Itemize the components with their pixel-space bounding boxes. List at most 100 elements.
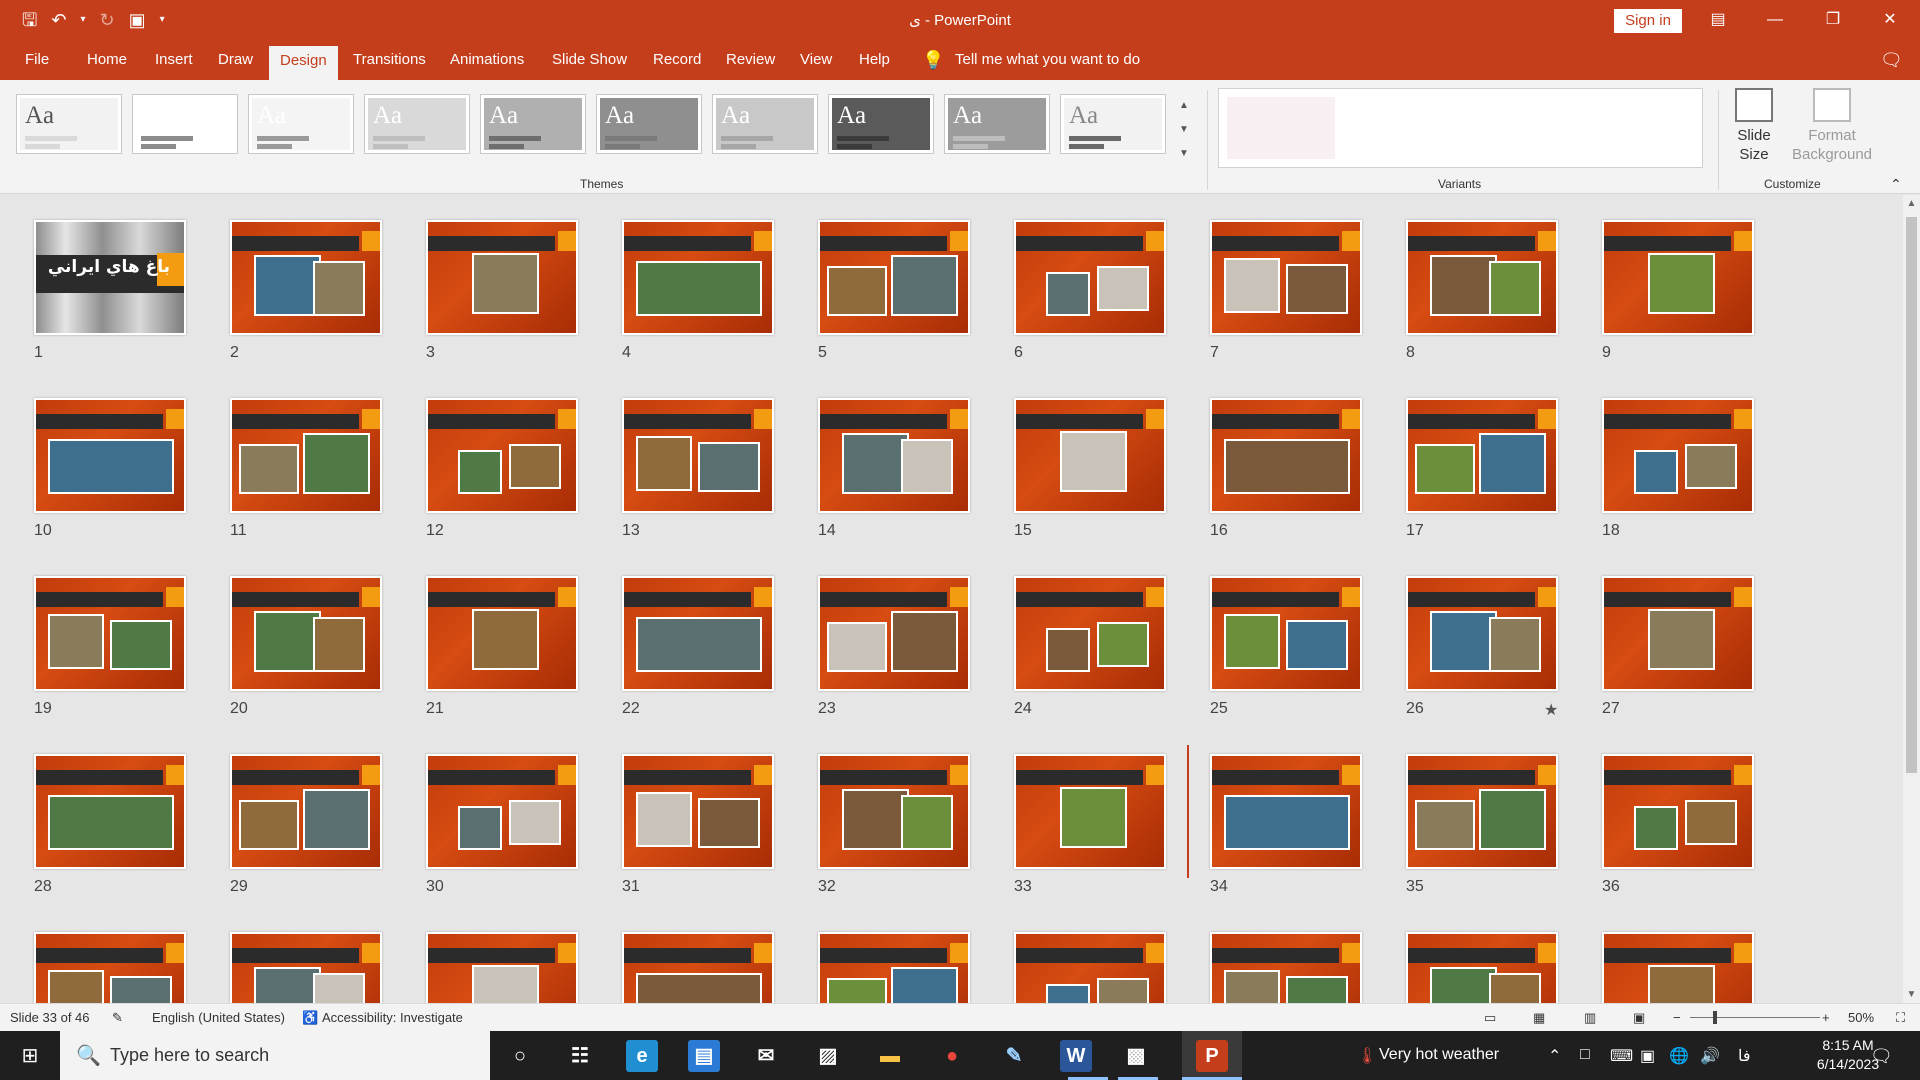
comments-icon[interactable]: 🗨 xyxy=(1880,40,1903,80)
theme-thumbnail[interactable]: Aa xyxy=(132,94,238,154)
slide-thumbnail[interactable] xyxy=(1210,754,1362,869)
slide-thumbnail[interactable] xyxy=(34,576,186,691)
slide-thumbnail[interactable] xyxy=(230,754,382,869)
scroll-down-icon[interactable]: ▼ xyxy=(1903,986,1920,1003)
tell-me-search[interactable]: Tell me what you want to do xyxy=(955,40,1140,80)
chrome-icon[interactable]: ● xyxy=(936,1040,968,1072)
slide-thumbnail[interactable] xyxy=(1602,398,1754,513)
format-background-button[interactable]: Format Background xyxy=(1788,88,1876,164)
collapse-ribbon-icon[interactable]: ⌃ xyxy=(1890,176,1902,193)
slide-thumbnail[interactable] xyxy=(1014,398,1166,513)
notifications-icon[interactable]: 🗨 xyxy=(1870,1046,1893,1067)
theme-thumbnail[interactable]: Aa xyxy=(712,94,818,154)
slide-show-view-icon[interactable]: ▣ xyxy=(1633,1010,1645,1026)
slide-thumbnail[interactable] xyxy=(622,754,774,869)
tab-view[interactable]: View xyxy=(800,40,832,80)
ribbon-display-options-icon[interactable]: ▤ xyxy=(1695,6,1741,34)
powerpoint-icon[interactable]: P xyxy=(1196,1040,1228,1072)
slide-thumbnail[interactable] xyxy=(622,398,774,513)
zoom-slider[interactable] xyxy=(1690,1017,1820,1018)
slide-thumbnail[interactable] xyxy=(1014,932,1166,1003)
slide-thumbnail[interactable] xyxy=(1602,754,1754,869)
slide-thumbnail[interactable]: باغ هاي ايراني xyxy=(34,220,186,335)
language-status[interactable]: English (United States) xyxy=(152,1010,285,1025)
slide-thumbnail[interactable] xyxy=(622,220,774,335)
slide-thumbnail[interactable] xyxy=(1406,932,1558,1003)
tab-animations[interactable]: Animations xyxy=(450,40,524,80)
slide-thumbnail[interactable] xyxy=(1406,576,1558,691)
reading-view-icon[interactable]: ▥ xyxy=(1584,1010,1596,1026)
slide-thumbnail[interactable] xyxy=(818,398,970,513)
slide-thumbnail[interactable] xyxy=(1014,754,1166,869)
meet-now-icon[interactable]: ▣ xyxy=(1640,1046,1655,1066)
variant-thumbnail[interactable] xyxy=(1227,97,1335,159)
word-icon[interactable]: W xyxy=(1060,1040,1092,1072)
fit-to-window-icon[interactable]: ⛶ xyxy=(1896,1010,1905,1026)
photos-icon[interactable]: ▨ xyxy=(812,1040,844,1072)
scroll-down-icon[interactable]: ▼ xyxy=(1175,118,1193,142)
slide-size-button[interactable]: Slide Size xyxy=(1728,88,1780,164)
sign-in-button[interactable]: Sign in xyxy=(1614,9,1682,33)
more-themes-icon[interactable]: ▼ xyxy=(1175,142,1193,166)
close-icon[interactable]: ✕ xyxy=(1867,6,1913,34)
zoom-level[interactable]: 50% xyxy=(1848,1010,1874,1025)
taskbar-search[interactable]: 🔍 Type here to search xyxy=(60,1031,490,1080)
slide-thumbnail[interactable] xyxy=(1406,754,1558,869)
normal-view-icon[interactable]: ▭ xyxy=(1484,1010,1496,1026)
accessibility-icon[interactable]: ♿ xyxy=(302,1010,318,1026)
theme-thumbnail[interactable]: Aa xyxy=(828,94,934,154)
slide-thumbnail[interactable] xyxy=(230,220,382,335)
paint-icon[interactable]: ✎ xyxy=(998,1040,1030,1072)
theme-thumbnail[interactable]: Aa xyxy=(16,94,122,154)
restore-icon[interactable]: ❐ xyxy=(1810,6,1856,34)
tab-record[interactable]: Record xyxy=(653,40,701,80)
theme-thumbnail[interactable]: Aa xyxy=(248,94,354,154)
slide-thumbnail[interactable] xyxy=(1602,220,1754,335)
tab-slide-show[interactable]: Slide Show xyxy=(552,40,627,80)
slide-thumbnail[interactable] xyxy=(622,932,774,1003)
slide-thumbnail[interactable] xyxy=(1406,220,1558,335)
slide-thumbnail[interactable] xyxy=(1602,576,1754,691)
animation-star-icon[interactable]: ★ xyxy=(1544,700,1558,720)
file-explorer-icon[interactable]: ▬ xyxy=(874,1040,906,1072)
edge-icon[interactable]: e xyxy=(626,1040,658,1072)
slide-thumbnail[interactable] xyxy=(230,398,382,513)
slide-thumbnail[interactable] xyxy=(230,576,382,691)
scroll-up-icon[interactable]: ▲ xyxy=(1175,94,1193,118)
slide-thumbnail[interactable] xyxy=(1014,220,1166,335)
slide-thumbnail[interactable] xyxy=(1210,398,1362,513)
zoom-in-icon[interactable]: + xyxy=(1822,1010,1830,1025)
cortana-icon[interactable]: ○ xyxy=(504,1040,536,1072)
slide-thumbnail[interactable] xyxy=(1406,398,1558,513)
store-icon[interactable]: ▤ xyxy=(688,1040,720,1072)
volume-icon[interactable]: 🔊 xyxy=(1700,1046,1720,1066)
weather-text[interactable]: Very hot weather xyxy=(1379,1046,1499,1064)
tab-insert[interactable]: Insert xyxy=(155,40,193,80)
slide-thumbnail[interactable] xyxy=(818,754,970,869)
tab-design[interactable]: Design xyxy=(269,46,338,80)
scroll-up-icon[interactable]: ▲ xyxy=(1903,195,1920,212)
slide-thumbnail[interactable] xyxy=(1602,932,1754,1003)
task-view-icon[interactable]: ☷ xyxy=(564,1040,596,1072)
show-hidden-icons[interactable]: ⌃ xyxy=(1548,1046,1561,1066)
slide-thumbnail[interactable] xyxy=(426,754,578,869)
tab-home[interactable]: Home xyxy=(87,40,127,80)
slide-thumbnail[interactable] xyxy=(426,220,578,335)
thermometer-icon[interactable]: 🌡 xyxy=(1357,1046,1377,1066)
slide-thumbnail[interactable] xyxy=(34,754,186,869)
windows-start-icon[interactable]: ⊞ xyxy=(14,1040,46,1072)
notes-status-icon[interactable]: ✎ xyxy=(112,1010,123,1026)
slide-thumbnail[interactable] xyxy=(230,932,382,1003)
slide-sorter-view-icon[interactable]: ▦ xyxy=(1533,1010,1545,1026)
slide-thumbnail[interactable] xyxy=(1210,220,1362,335)
tab-draw[interactable]: Draw xyxy=(218,40,253,80)
slide-thumbnail[interactable] xyxy=(622,576,774,691)
slide-thumbnail[interactable] xyxy=(426,398,578,513)
theme-thumbnail[interactable]: Aa xyxy=(364,94,470,154)
input-language[interactable]: فا xyxy=(1738,1046,1751,1066)
tab-transitions[interactable]: Transitions xyxy=(353,40,426,80)
tab-file[interactable]: File xyxy=(25,40,49,80)
theme-thumbnail[interactable]: Aa xyxy=(596,94,702,154)
zoom-out-icon[interactable]: − xyxy=(1673,1010,1681,1025)
tab-review[interactable]: Review xyxy=(726,40,775,80)
